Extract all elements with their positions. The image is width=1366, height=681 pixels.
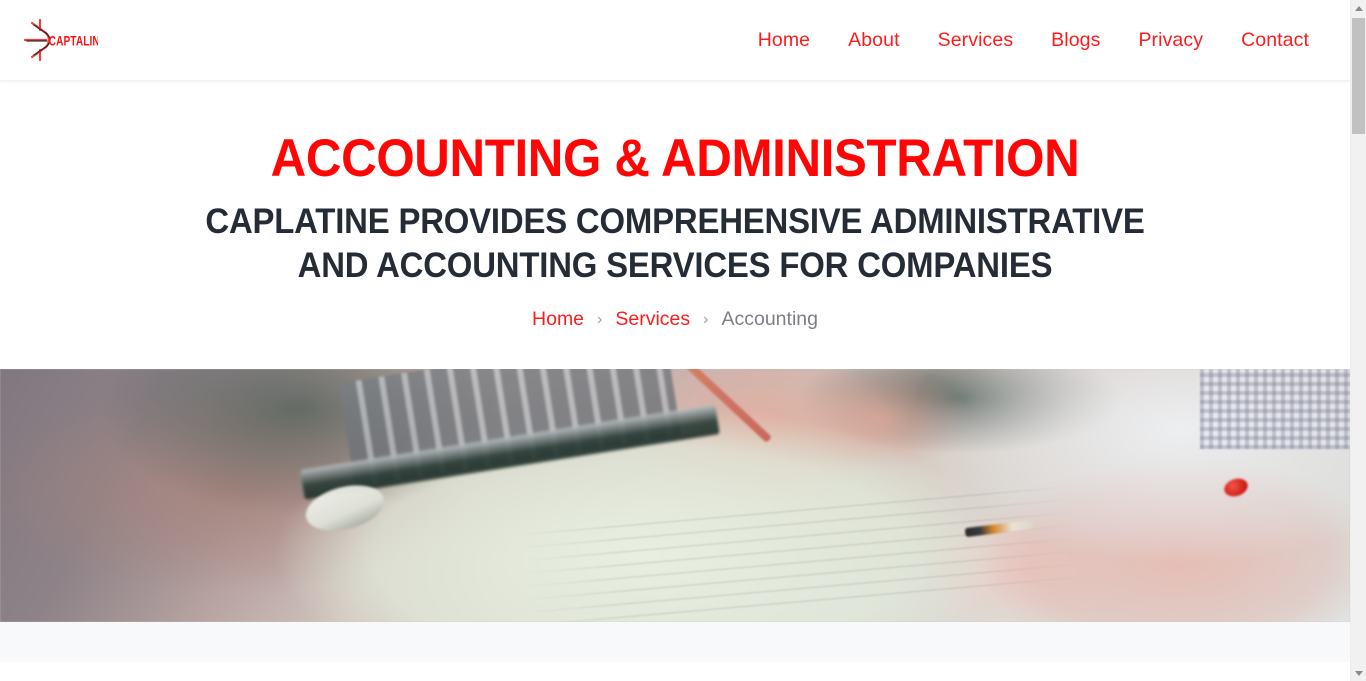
breadcrumb-separator-icon: ›	[597, 310, 603, 328]
breadcrumb-item-home[interactable]: Home	[532, 309, 584, 330]
breadcrumb: Home › Services › Accounting	[0, 307, 1350, 330]
scrollbar-up-button[interactable]	[1351, 0, 1366, 16]
hero-image	[0, 369, 1350, 623]
site-logo[interactable]: CAPTALINE	[22, 17, 98, 63]
page-subtitle: CAPLATINE PROVIDES COMPREHENSIVE ADMINIS…	[200, 200, 1149, 287]
nav-link-about[interactable]: About	[829, 0, 918, 81]
vertical-scrollbar[interactable]	[1350, 0, 1366, 681]
svg-text:CAPTALINE: CAPTALINE	[49, 33, 98, 49]
breadcrumb-item-accounting: Accounting	[721, 307, 818, 330]
chevron-up-icon	[1354, 5, 1363, 11]
page-head-section: ACCOUNTING & ADMINISTRATION CAPLATINE PR…	[0, 81, 1350, 370]
nav-link-contact[interactable]: Contact	[1222, 0, 1328, 81]
site-header: CAPTALINE Home About Services Blogs Priv…	[0, 0, 1350, 81]
scrollbar-thumb[interactable]	[1352, 18, 1365, 134]
main-navigation: Home About Services Blogs Privacy Contac…	[739, 0, 1328, 81]
scrollbar-down-button[interactable]	[1351, 665, 1366, 681]
page-body-spacer	[0, 622, 1350, 663]
nav-link-privacy[interactable]: Privacy	[1119, 0, 1222, 81]
page-subtitle-line-1: CAPLATINE PROVIDES COMPREHENSIVE ADMINIS…	[205, 202, 1145, 242]
nav-link-blogs[interactable]: Blogs	[1032, 0, 1119, 81]
checkered-fabric	[1200, 369, 1350, 450]
nav-link-services[interactable]: Services	[919, 0, 1033, 81]
chevron-down-icon	[1354, 670, 1363, 676]
caplatine-logo-icon: CAPTALINE	[23, 18, 98, 62]
browser-page: CAPTALINE Home About Services Blogs Priv…	[0, 0, 1366, 681]
page-viewport: CAPTALINE Home About Services Blogs Priv…	[0, 0, 1350, 681]
nav-link-home[interactable]: Home	[739, 0, 829, 81]
page-title: ACCOUNTING & ADMINISTRATION	[270, 129, 1080, 188]
breadcrumb-separator-icon: ›	[703, 310, 709, 328]
page-subtitle-line-2: AND ACCOUNTING SERVICES FOR COMPANIES	[297, 245, 1053, 285]
breadcrumb-item-services[interactable]: Services	[615, 309, 690, 330]
